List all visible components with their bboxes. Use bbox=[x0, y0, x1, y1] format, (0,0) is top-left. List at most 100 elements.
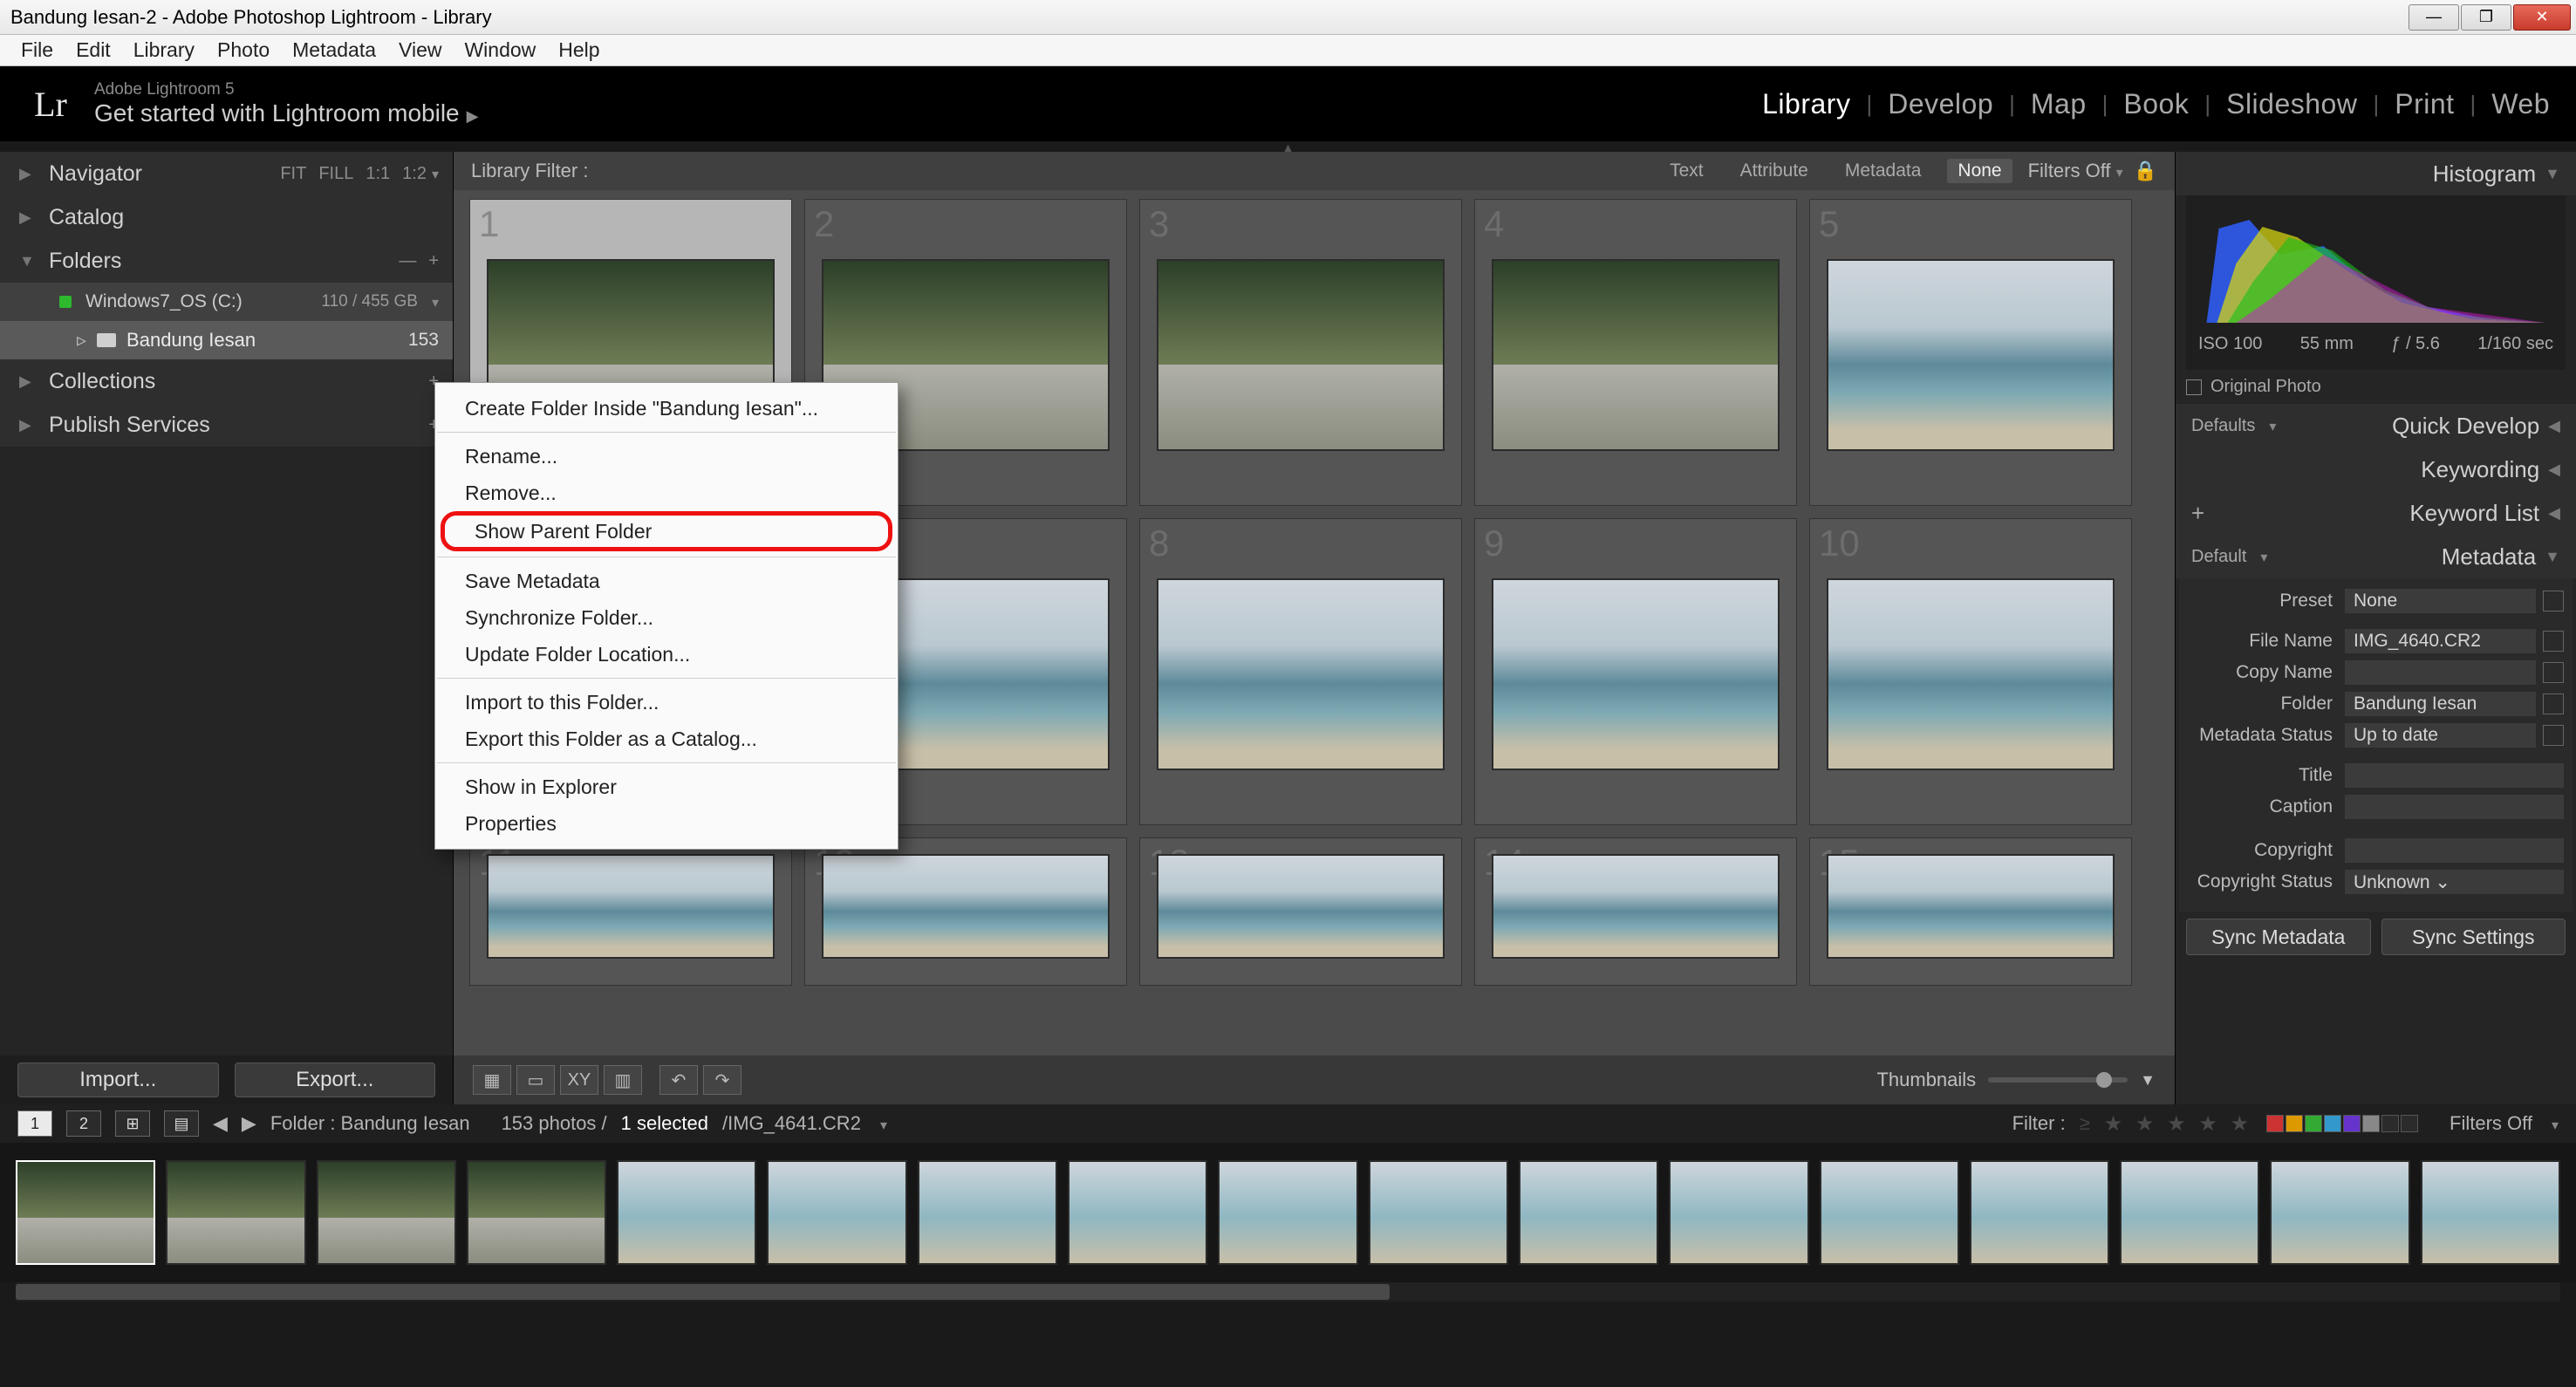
metadata-value[interactable] bbox=[2345, 795, 2564, 819]
action-icon[interactable] bbox=[2543, 662, 2564, 683]
swatch-green[interactable] bbox=[2305, 1115, 2322, 1132]
ctx-show-parent-folder[interactable]: Show Parent Folder bbox=[441, 511, 892, 551]
histogram-header[interactable]: Histogram ▼ bbox=[2176, 152, 2576, 195]
breadcrumb[interactable]: Folder : Bandung Iesan bbox=[270, 1112, 470, 1135]
thumbnail[interactable] bbox=[1157, 854, 1445, 959]
plus-icon[interactable]: + bbox=[428, 251, 439, 271]
grid-icon[interactable]: ⊞ bbox=[115, 1110, 150, 1137]
grid-cell[interactable]: 14 bbox=[1474, 837, 1797, 986]
secondary-display-2[interactable]: 2 bbox=[66, 1110, 101, 1137]
ctx-save-metadata[interactable]: Save Metadata bbox=[435, 563, 898, 599]
close-button[interactable]: ✕ bbox=[2513, 4, 2571, 31]
folders-header[interactable]: ▼ Folders — + bbox=[0, 239, 453, 283]
thumbnail[interactable] bbox=[1827, 578, 2115, 770]
thumbnail[interactable] bbox=[1827, 259, 2115, 451]
maximize-button[interactable]: ❐ bbox=[2461, 4, 2511, 31]
folder-row-selected[interactable]: ▹ Bandung Iesan 153 bbox=[0, 321, 453, 359]
swatch-grey[interactable] bbox=[2362, 1115, 2380, 1132]
chevron-left-icon[interactable]: ◀ bbox=[213, 1112, 228, 1135]
ctx-properties[interactable]: Properties bbox=[435, 805, 898, 842]
ctx-rename[interactable]: Rename... bbox=[435, 438, 898, 475]
filmstrip-thumb[interactable] bbox=[2270, 1160, 2409, 1265]
chevron-down-icon[interactable] bbox=[875, 1112, 887, 1135]
plus-icon[interactable]: + bbox=[2191, 500, 2204, 527]
module-library[interactable]: Library bbox=[1762, 88, 1850, 120]
quick-develop-header[interactable]: Defaults Quick Develop ◀ bbox=[2176, 404, 2576, 448]
ctx-show-in-explorer[interactable]: Show in Explorer bbox=[435, 769, 898, 805]
thumbnail[interactable] bbox=[1492, 854, 1780, 959]
filters-off[interactable]: Filters Off bbox=[2450, 1112, 2532, 1135]
module-slideshow[interactable]: Slideshow bbox=[2226, 88, 2357, 120]
minimize-button[interactable]: — bbox=[2409, 4, 2459, 31]
module-book[interactable]: Book bbox=[2123, 88, 2189, 120]
metadata-value[interactable]: IMG_4640.CR2 bbox=[2345, 629, 2536, 653]
loupe-view-icon[interactable]: ▭ bbox=[516, 1065, 555, 1095]
swatch-none[interactable] bbox=[2381, 1115, 2399, 1132]
publish-header[interactable]: ▶ Publish Services + bbox=[0, 403, 453, 447]
swatch-blue[interactable] bbox=[2324, 1115, 2341, 1132]
grid-cell[interactable]: 5 bbox=[1809, 199, 2132, 506]
action-icon[interactable] bbox=[2543, 725, 2564, 746]
swatch-custom[interactable] bbox=[2401, 1115, 2418, 1132]
grid-cell[interactable]: 10 bbox=[1809, 518, 2132, 825]
grid-cell[interactable]: 9 bbox=[1474, 518, 1797, 825]
filmstrip-thumb[interactable] bbox=[1519, 1160, 1658, 1265]
ctx-remove[interactable]: Remove... bbox=[435, 475, 898, 511]
module-web[interactable]: Web bbox=[2491, 88, 2550, 120]
grid-cell[interactable]: 15 bbox=[1809, 837, 2132, 986]
module-develop[interactable]: Develop bbox=[1888, 88, 1993, 120]
metadata-value[interactable]: Up to date bbox=[2345, 723, 2536, 748]
filmstrip-thumb[interactable] bbox=[1669, 1160, 1808, 1265]
thumbnail[interactable] bbox=[1157, 259, 1445, 451]
navigator-header[interactable]: ▶ Navigator FIT FILL 1:1 1:2 bbox=[0, 152, 453, 195]
survey-view-icon[interactable]: ▥ bbox=[604, 1065, 642, 1095]
filmstrip-thumb[interactable] bbox=[2120, 1160, 2259, 1265]
ctx-synchronize-folder[interactable]: Synchronize Folder... bbox=[435, 599, 898, 636]
grid-view-icon[interactable]: ▦ bbox=[473, 1065, 511, 1095]
dropdown-icon[interactable] bbox=[2543, 591, 2564, 612]
ctx-export-as-catalog[interactable]: Export this Folder as a Catalog... bbox=[435, 721, 898, 757]
filmstrip-thumb[interactable] bbox=[617, 1160, 756, 1265]
color-label-filter[interactable] bbox=[2266, 1115, 2418, 1132]
filmstrip-thumb[interactable] bbox=[166, 1160, 305, 1265]
nav-fit[interactable]: FIT bbox=[280, 164, 306, 184]
lock-icon[interactable]: 🔒 bbox=[2134, 160, 2157, 182]
nav-fill[interactable]: FILL bbox=[318, 164, 353, 184]
nav-1to1[interactable]: 1:1 bbox=[366, 164, 390, 184]
thumbnail[interactable] bbox=[1827, 854, 2115, 959]
undo-icon[interactable]: ↶ bbox=[659, 1065, 698, 1095]
filters-off-label[interactable]: Filters Off bbox=[2028, 160, 2123, 182]
menu-edit[interactable]: Edit bbox=[71, 37, 116, 64]
metadata-value[interactable]: Unknown ⌄ bbox=[2345, 870, 2564, 894]
filter-text[interactable]: Text bbox=[1659, 159, 1714, 183]
chevron-down-icon[interactable]: ▼ bbox=[2140, 1071, 2156, 1090]
minus-icon[interactable]: — bbox=[399, 251, 416, 271]
metadata-value[interactable] bbox=[2345, 838, 2564, 863]
action-icon[interactable] bbox=[2543, 631, 2564, 652]
menu-view[interactable]: View bbox=[393, 37, 447, 64]
top-panel-collapse-arrow[interactable]: ▲ bbox=[0, 141, 2576, 152]
grid-cell[interactable]: 12 bbox=[804, 837, 1127, 986]
thumbnail-size-slider[interactable] bbox=[1988, 1077, 2128, 1083]
thumbnail[interactable] bbox=[487, 854, 775, 959]
rating-filter[interactable]: ★ ★ ★ ★ ★ bbox=[2104, 1111, 2252, 1137]
grid-cell[interactable]: 13 bbox=[1139, 837, 1462, 986]
filmstrip-thumb[interactable] bbox=[1970, 1160, 2109, 1265]
filmstrip[interactable] bbox=[0, 1143, 2576, 1282]
filmstrip-thumb[interactable] bbox=[1820, 1160, 1959, 1265]
grid-cell[interactable]: 3 bbox=[1139, 199, 1462, 506]
import-button[interactable]: Import... bbox=[17, 1062, 219, 1097]
metadata-value[interactable]: Bandung Iesan bbox=[2345, 692, 2536, 716]
chevron-down-icon[interactable] bbox=[427, 291, 439, 312]
module-print[interactable]: Print bbox=[2395, 88, 2454, 120]
swatch-red[interactable] bbox=[2266, 1115, 2284, 1132]
filmstrip-thumb[interactable] bbox=[317, 1160, 456, 1265]
ctx-create-folder[interactable]: Create Folder Inside "Bandung Iesan"... bbox=[435, 390, 898, 427]
compare-view-icon[interactable]: XY bbox=[560, 1065, 598, 1095]
redo-icon[interactable]: ↷ bbox=[703, 1065, 741, 1095]
thumbnail[interactable] bbox=[822, 854, 1110, 959]
thumbnail[interactable] bbox=[1492, 578, 1780, 770]
thumbnail[interactable] bbox=[1492, 259, 1780, 451]
thumbnail[interactable] bbox=[1157, 578, 1445, 770]
filmstrip-thumb[interactable] bbox=[767, 1160, 906, 1265]
